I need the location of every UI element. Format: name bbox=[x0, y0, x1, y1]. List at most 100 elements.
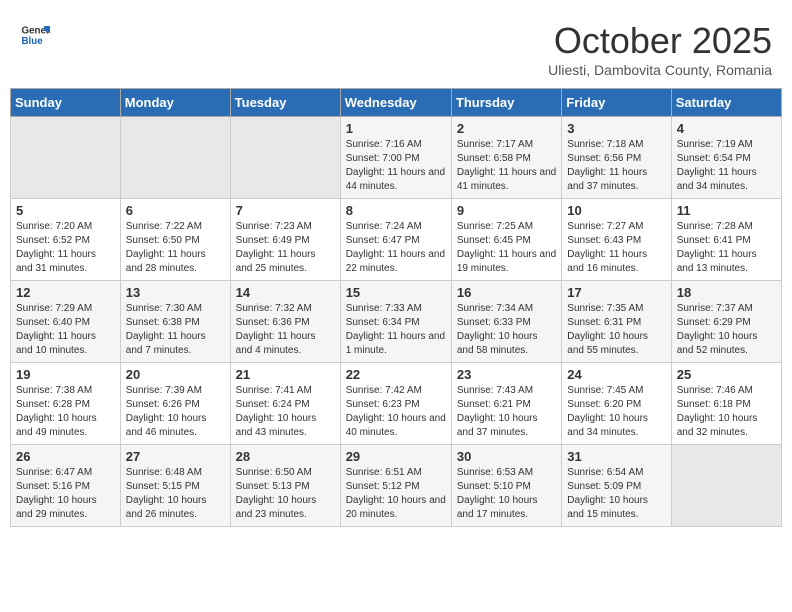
calendar-week-4: 19 Sunrise: 7:38 AM Sunset: 6:28 PM Dayli… bbox=[11, 363, 782, 445]
day-number: 13 bbox=[126, 285, 225, 300]
calendar-cell: 17 Sunrise: 7:35 AM Sunset: 6:31 PM Dayli… bbox=[562, 281, 671, 363]
day-info: Sunrise: 7:20 AM Sunset: 6:52 PM Dayligh… bbox=[16, 220, 115, 276]
calendar-cell: 31 Sunrise: 6:54 AM Sunset: 5:09 PM Dayli… bbox=[562, 445, 671, 527]
calendar-cell bbox=[671, 445, 781, 527]
day-number: 17 bbox=[567, 285, 665, 300]
calendar-cell: 5 Sunrise: 7:20 AM Sunset: 6:52 PM Daylig… bbox=[11, 199, 121, 281]
calendar-cell: 7 Sunrise: 7:23 AM Sunset: 6:49 PM Daylig… bbox=[230, 199, 340, 281]
day-info: Sunrise: 7:18 AM Sunset: 6:56 PM Dayligh… bbox=[567, 138, 665, 194]
calendar-cell bbox=[230, 117, 340, 199]
weekday-header-wednesday: Wednesday bbox=[340, 89, 451, 117]
title-block: October 2025 Uliesti, Dambovita County, … bbox=[548, 20, 772, 78]
day-number: 14 bbox=[236, 285, 335, 300]
day-info: Sunrise: 6:50 AM Sunset: 5:13 PM Dayligh… bbox=[236, 466, 335, 522]
month-title: October 2025 bbox=[548, 20, 772, 62]
calendar-cell: 10 Sunrise: 7:27 AM Sunset: 6:43 PM Dayli… bbox=[562, 199, 671, 281]
day-info: Sunrise: 7:16 AM Sunset: 7:00 PM Dayligh… bbox=[346, 138, 446, 194]
day-info: Sunrise: 7:43 AM Sunset: 6:21 PM Dayligh… bbox=[457, 384, 556, 440]
calendar-week-3: 12 Sunrise: 7:29 AM Sunset: 6:40 PM Dayli… bbox=[11, 281, 782, 363]
calendar-cell: 9 Sunrise: 7:25 AM Sunset: 6:45 PM Daylig… bbox=[451, 199, 561, 281]
page-header: General Blue October 2025 Uliesti, Dambo… bbox=[10, 10, 782, 83]
day-info: Sunrise: 7:27 AM Sunset: 6:43 PM Dayligh… bbox=[567, 220, 665, 276]
calendar-cell: 27 Sunrise: 6:48 AM Sunset: 5:15 PM Dayli… bbox=[120, 445, 230, 527]
day-info: Sunrise: 7:42 AM Sunset: 6:23 PM Dayligh… bbox=[346, 384, 446, 440]
calendar-cell: 16 Sunrise: 7:34 AM Sunset: 6:33 PM Dayli… bbox=[451, 281, 561, 363]
day-info: Sunrise: 6:48 AM Sunset: 5:15 PM Dayligh… bbox=[126, 466, 225, 522]
day-number: 10 bbox=[567, 203, 665, 218]
day-number: 1 bbox=[346, 121, 446, 136]
location-subtitle: Uliesti, Dambovita County, Romania bbox=[548, 62, 772, 78]
day-number: 25 bbox=[677, 367, 776, 382]
day-number: 15 bbox=[346, 285, 446, 300]
day-info: Sunrise: 7:39 AM Sunset: 6:26 PM Dayligh… bbox=[126, 384, 225, 440]
day-number: 2 bbox=[457, 121, 556, 136]
day-info: Sunrise: 7:23 AM Sunset: 6:49 PM Dayligh… bbox=[236, 220, 335, 276]
day-number: 31 bbox=[567, 449, 665, 464]
calendar-cell: 18 Sunrise: 7:37 AM Sunset: 6:29 PM Dayli… bbox=[671, 281, 781, 363]
weekday-header-monday: Monday bbox=[120, 89, 230, 117]
day-info: Sunrise: 7:25 AM Sunset: 6:45 PM Dayligh… bbox=[457, 220, 556, 276]
day-info: Sunrise: 7:22 AM Sunset: 6:50 PM Dayligh… bbox=[126, 220, 225, 276]
day-info: Sunrise: 7:34 AM Sunset: 6:33 PM Dayligh… bbox=[457, 302, 556, 358]
day-info: Sunrise: 7:38 AM Sunset: 6:28 PM Dayligh… bbox=[16, 384, 115, 440]
day-info: Sunrise: 7:41 AM Sunset: 6:24 PM Dayligh… bbox=[236, 384, 335, 440]
calendar-cell: 29Sunrise: 6:51 AM Sunset: 5:12 PM Dayli… bbox=[340, 445, 451, 527]
weekday-header-thursday: Thursday bbox=[451, 89, 561, 117]
calendar-cell: 21 Sunrise: 7:41 AM Sunset: 6:24 PM Dayli… bbox=[230, 363, 340, 445]
day-number: 27 bbox=[126, 449, 225, 464]
day-info: Sunrise: 7:33 AM Sunset: 6:34 PM Dayligh… bbox=[346, 302, 446, 358]
day-info: Sunrise: 7:30 AM Sunset: 6:38 PM Dayligh… bbox=[126, 302, 225, 358]
day-number: 19 bbox=[16, 367, 115, 382]
day-info: Sunrise: 7:35 AM Sunset: 6:31 PM Dayligh… bbox=[567, 302, 665, 358]
day-info: Sunrise: 6:54 AM Sunset: 5:09 PM Dayligh… bbox=[567, 466, 665, 522]
calendar-cell: 2 Sunrise: 7:17 AM Sunset: 6:58 PM Daylig… bbox=[451, 117, 561, 199]
day-info: Sunrise: 6:53 AM Sunset: 5:10 PM Dayligh… bbox=[457, 466, 556, 522]
day-number: 11 bbox=[677, 203, 776, 218]
calendar-cell: 24Sunrise: 7:45 AM Sunset: 6:20 PM Dayli… bbox=[562, 363, 671, 445]
calendar-cell: 28 Sunrise: 6:50 AM Sunset: 5:13 PM Dayli… bbox=[230, 445, 340, 527]
calendar-cell: 15 Sunrise: 7:33 AM Sunset: 6:34 PM Dayli… bbox=[340, 281, 451, 363]
day-number: 22 bbox=[346, 367, 446, 382]
day-number: 26 bbox=[16, 449, 115, 464]
day-number: 20 bbox=[126, 367, 225, 382]
calendar-cell: 23 Sunrise: 7:43 AM Sunset: 6:21 PM Dayli… bbox=[451, 363, 561, 445]
weekday-header-row: SundayMondayTuesdayWednesdayThursdayFrid… bbox=[11, 89, 782, 117]
day-number: 16 bbox=[457, 285, 556, 300]
calendar-cell: 8Sunrise: 7:24 AM Sunset: 6:47 PM Daylig… bbox=[340, 199, 451, 281]
day-number: 6 bbox=[126, 203, 225, 218]
calendar-cell: 12 Sunrise: 7:29 AM Sunset: 6:40 PM Dayli… bbox=[11, 281, 121, 363]
day-number: 28 bbox=[236, 449, 335, 464]
calendar-cell: 11 Sunrise: 7:28 AM Sunset: 6:41 PM Dayli… bbox=[671, 199, 781, 281]
calendar-cell: 4Sunrise: 7:19 AM Sunset: 6:54 PM Daylig… bbox=[671, 117, 781, 199]
day-number: 21 bbox=[236, 367, 335, 382]
calendar-cell: 13 Sunrise: 7:30 AM Sunset: 6:38 PM Dayli… bbox=[120, 281, 230, 363]
calendar-cell: 25Sunrise: 7:46 AM Sunset: 6:18 PM Dayli… bbox=[671, 363, 781, 445]
day-info: Sunrise: 7:29 AM Sunset: 6:40 PM Dayligh… bbox=[16, 302, 115, 358]
calendar-cell bbox=[120, 117, 230, 199]
day-number: 24 bbox=[567, 367, 665, 382]
calendar-cell: 14Sunrise: 7:32 AM Sunset: 6:36 PM Dayli… bbox=[230, 281, 340, 363]
day-info: Sunrise: 7:19 AM Sunset: 6:54 PM Dayligh… bbox=[677, 138, 776, 194]
svg-text:Blue: Blue bbox=[22, 36, 44, 47]
calendar-week-2: 5 Sunrise: 7:20 AM Sunset: 6:52 PM Daylig… bbox=[11, 199, 782, 281]
weekday-header-saturday: Saturday bbox=[671, 89, 781, 117]
day-info: Sunrise: 7:37 AM Sunset: 6:29 PM Dayligh… bbox=[677, 302, 776, 358]
calendar-table: SundayMondayTuesdayWednesdayThursdayFrid… bbox=[10, 88, 782, 527]
day-number: 18 bbox=[677, 285, 776, 300]
calendar-cell: 1 Sunrise: 7:16 AM Sunset: 7:00 PM Daylig… bbox=[340, 117, 451, 199]
day-number: 5 bbox=[16, 203, 115, 218]
day-number: 12 bbox=[16, 285, 115, 300]
calendar-cell: 3 Sunrise: 7:18 AM Sunset: 6:56 PM Daylig… bbox=[562, 117, 671, 199]
logo: General Blue bbox=[20, 20, 50, 50]
day-number: 23 bbox=[457, 367, 556, 382]
day-number: 7 bbox=[236, 203, 335, 218]
calendar-cell: 6 Sunrise: 7:22 AM Sunset: 6:50 PM Daylig… bbox=[120, 199, 230, 281]
weekday-header-sunday: Sunday bbox=[11, 89, 121, 117]
calendar-cell: 22 Sunrise: 7:42 AM Sunset: 6:23 PM Dayli… bbox=[340, 363, 451, 445]
day-number: 3 bbox=[567, 121, 665, 136]
day-info: Sunrise: 7:28 AM Sunset: 6:41 PM Dayligh… bbox=[677, 220, 776, 276]
day-number: 9 bbox=[457, 203, 556, 218]
weekday-header-tuesday: Tuesday bbox=[230, 89, 340, 117]
calendar-week-5: 26Sunrise: 6:47 AM Sunset: 5:16 PM Dayli… bbox=[11, 445, 782, 527]
day-info: Sunrise: 7:17 AM Sunset: 6:58 PM Dayligh… bbox=[457, 138, 556, 194]
